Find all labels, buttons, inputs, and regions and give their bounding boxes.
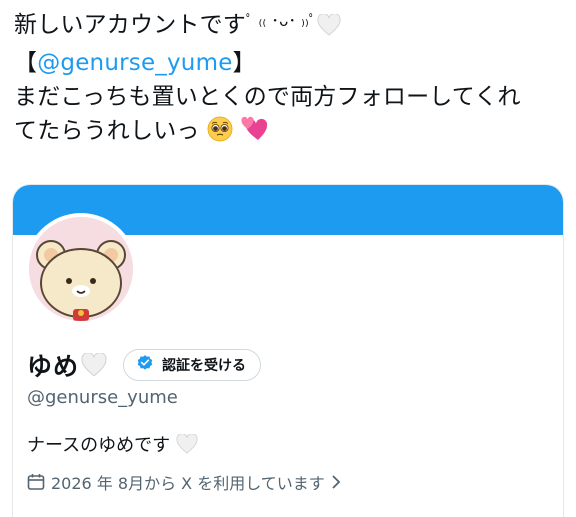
verified-badge-icon <box>136 354 154 376</box>
white-heart-icon <box>81 353 107 377</box>
mention-link[interactable]: @genurse_yume <box>37 50 232 76</box>
calendar-icon <box>27 473 51 491</box>
bio-text: ナースのゆめです <box>27 435 171 456</box>
tweet-line-1-text: 新しいアカウントです <box>14 12 246 38</box>
tweet-line-4: てたらうれしいっ <box>14 114 566 152</box>
avatar[interactable] <box>25 213 137 325</box>
tweet-line-3: まだこっちも置いとくので両方フォローしてくれ <box>14 84 521 110</box>
white-heart-icon <box>176 433 198 459</box>
chevron-right-icon <box>331 474 347 490</box>
profile-card[interactable]: ゆめ 認証を受ける @genurse_yume ナースのゆめです 2026 年 … <box>12 184 564 517</box>
verify-button-label: 認証を受ける <box>162 358 247 374</box>
profile-handle: @genurse_yume <box>27 387 178 408</box>
verify-button[interactable]: 認証を受ける <box>123 349 262 381</box>
tweet-line-4-text: てたらうれしいっ <box>14 118 200 144</box>
profile-bio: ナースのゆめです <box>27 431 198 459</box>
white-heart-icon <box>317 12 341 46</box>
joined-date-link[interactable]: 2026 年 8月から X を利用しています <box>27 470 347 494</box>
bear-avatar-icon <box>29 217 133 321</box>
name-row: ゆめ 認証を受ける <box>27 347 262 383</box>
display-name: ゆめ <box>27 352 80 381</box>
kaomoji: ﾟ ₍₍ ･ᴗ･ ₎₎ﾟ <box>246 12 317 30</box>
tweet-line-2: 【@genurse_yume】 <box>14 46 566 80</box>
two-hearts-icon <box>241 116 269 152</box>
mention-bracket-close: 】 <box>232 50 256 76</box>
mention-bracket-open: 【 <box>14 50 38 76</box>
tweet-text: 新しいアカウントですﾟ ₍₍ ･ᴗ･ ₎₎ﾟ 【@genurse_yume】 ま… <box>14 4 566 152</box>
pleading-face-icon <box>207 116 233 152</box>
tweet-line-1: 新しいアカウントですﾟ ₍₍ ･ᴗ･ ₎₎ﾟ <box>14 4 566 46</box>
joined-date-text: 2026 年 8月から X を利用しています <box>51 474 325 493</box>
